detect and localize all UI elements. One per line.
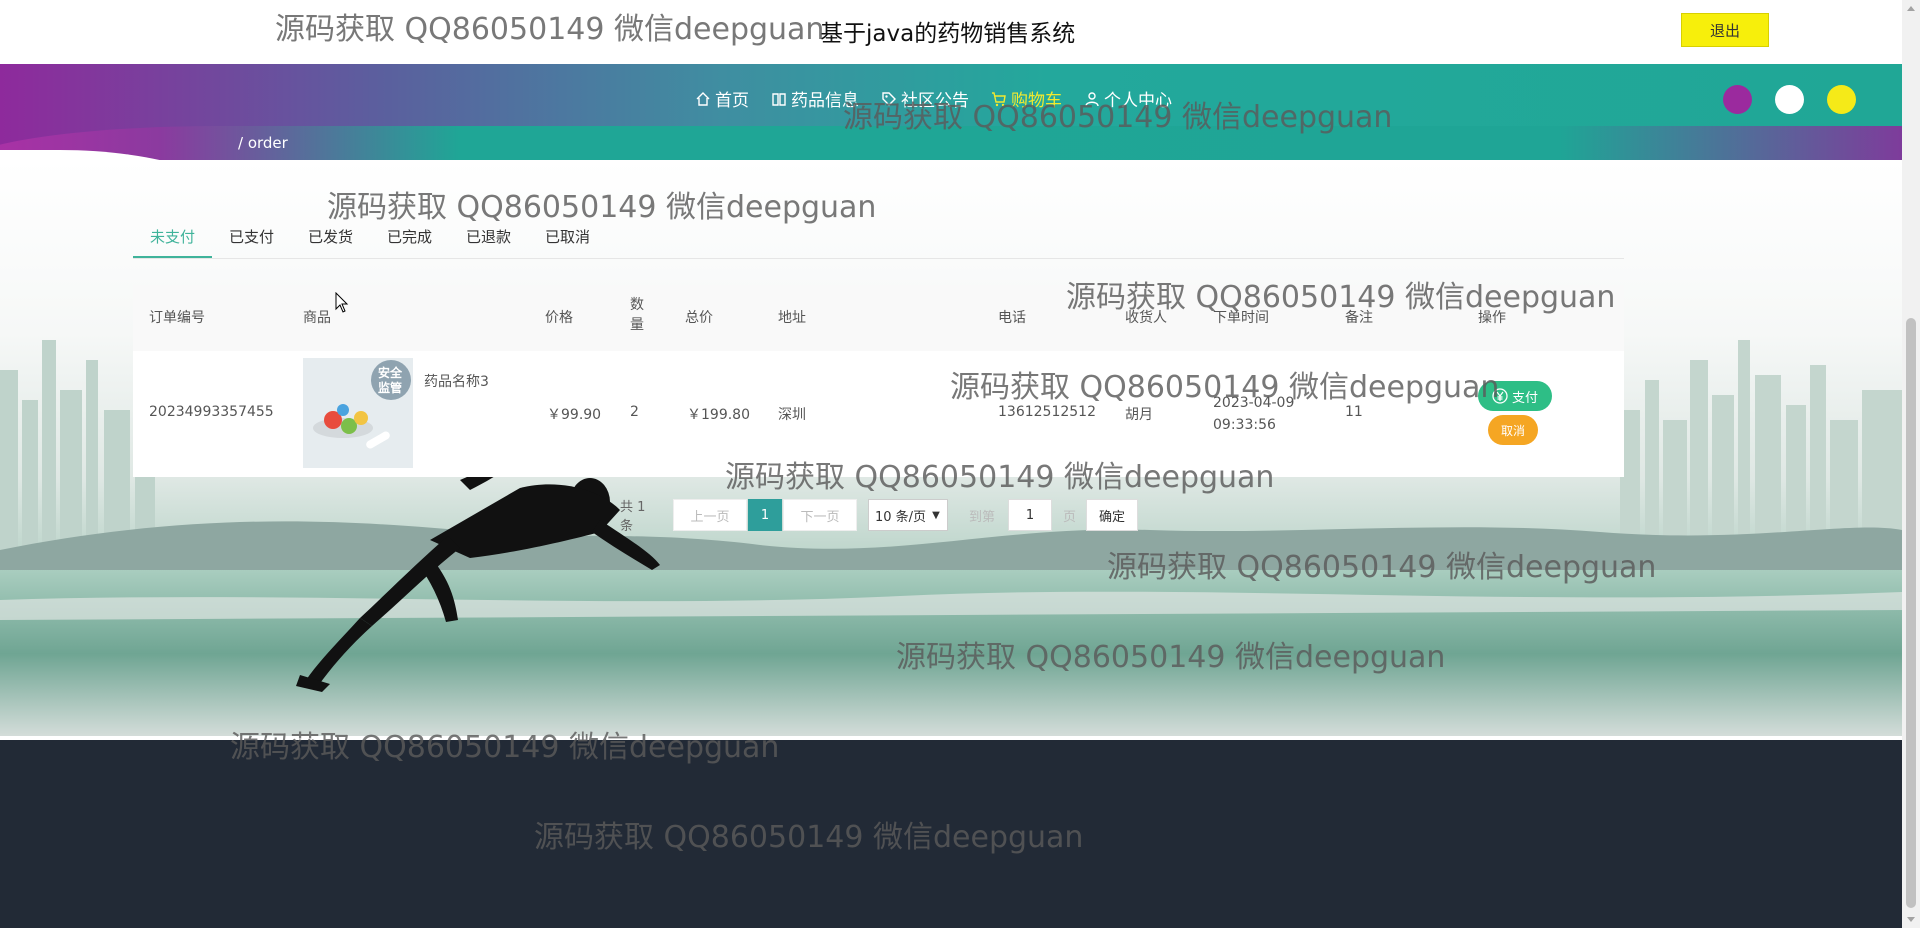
- site-title: 基于java的药物销售系统: [820, 21, 1076, 47]
- page-size-select[interactable]: 10 条/页 ▼: [868, 499, 948, 531]
- nav-label: 社区公告: [901, 91, 969, 111]
- tag-icon: [882, 91, 896, 106]
- active-tab-indicator: [133, 256, 212, 258]
- total-count: 共 1 条: [620, 500, 646, 534]
- column-header: 订单编号: [149, 310, 205, 326]
- page-suffix: 页: [1063, 509, 1077, 525]
- theme-dot-purple[interactable]: [1723, 85, 1752, 114]
- column-header: 备注: [1345, 310, 1373, 326]
- breadcrumb: / order: [238, 134, 288, 152]
- column-header: 总价: [685, 310, 713, 326]
- tab-paid[interactable]: 已支付: [229, 226, 274, 247]
- page-1-button[interactable]: 1: [748, 499, 782, 531]
- yen-icon: [1492, 388, 1508, 404]
- column-header: 操作: [1478, 310, 1506, 326]
- pay-button[interactable]: 支付: [1478, 381, 1552, 411]
- product-image[interactable]: 安全监管: [303, 358, 413, 468]
- pay-button-label: 支付: [1511, 390, 1538, 406]
- tab-completed[interactable]: 已完成: [387, 226, 432, 247]
- column-header: 价格: [545, 310, 573, 326]
- goto-label: 到第: [969, 509, 996, 525]
- theme-dot-yellow[interactable]: [1827, 85, 1856, 114]
- phone: 13612512512: [998, 404, 1096, 420]
- nav-label: 个人中心: [1104, 91, 1172, 111]
- theme-dot-white[interactable]: [1775, 85, 1804, 114]
- tab-cancelled[interactable]: 已取消: [545, 226, 590, 247]
- goto-page-input[interactable]: 1: [1008, 499, 1052, 531]
- tab-unpaid[interactable]: 未支付: [150, 226, 195, 247]
- nav-item-announcements[interactable]: 社区公告: [881, 86, 969, 111]
- goto-confirm-button[interactable]: 确定: [1086, 499, 1138, 531]
- address: 深圳: [778, 407, 806, 423]
- main-nav: 首页 药品信息 社区公告 购物车 个人中心: [695, 86, 1172, 111]
- order-status-tabs: 未支付 已支付 已发货 已完成 已退款 已取消: [133, 220, 1624, 259]
- mouse-cursor-icon: [335, 292, 349, 313]
- column-header: 下单时间: [1213, 310, 1269, 326]
- total-price: ￥199.80: [687, 407, 750, 423]
- cart-icon: [992, 91, 1006, 106]
- nav-label: 购物车: [1011, 91, 1062, 111]
- tab-shipped[interactable]: 已发货: [308, 226, 353, 247]
- receiver: 胡月: [1125, 407, 1153, 423]
- book-icon: [772, 92, 786, 106]
- tab-refunded[interactable]: 已退款: [466, 226, 511, 247]
- product-name: 药品名称3: [424, 374, 489, 390]
- column-header: 收货人: [1125, 310, 1167, 326]
- logout-button[interactable]: 退出: [1681, 13, 1769, 47]
- column-header: 数量: [630, 297, 644, 333]
- price: ￥99.90: [547, 407, 602, 423]
- nav-item-profile[interactable]: 个人中心: [1084, 86, 1172, 111]
- safety-badge: 安全监管: [377, 366, 402, 395]
- scrollbar-thumb[interactable]: [1906, 318, 1916, 908]
- home-icon: [696, 91, 710, 106]
- order-time: 2023-04-09 09:33:56: [1213, 395, 1295, 433]
- order-number: 20234993357455: [149, 404, 274, 420]
- cancel-order-button[interactable]: 取消: [1488, 415, 1538, 445]
- column-header: 商品: [303, 310, 331, 326]
- top-header: 基于java的药物销售系统 退出: [0, 0, 1902, 64]
- remark: 11: [1345, 404, 1363, 420]
- scroll-up-arrow-icon[interactable]: [1907, 6, 1915, 11]
- scroll-down-arrow-icon[interactable]: [1907, 917, 1915, 922]
- quantity: 2: [630, 404, 639, 420]
- footer: [0, 740, 1902, 928]
- column-header: 电话: [998, 310, 1026, 326]
- page-size-value: 10 条/页: [875, 509, 927, 525]
- table-header: 订单编号 商品 价格 数量 总价 地址 电话 收货人 下单时间 备注 操作: [133, 285, 1624, 351]
- user-icon: [1085, 91, 1099, 106]
- nav-label: 首页: [715, 91, 749, 111]
- orders-table: 订单编号 商品 价格 数量 总价 地址 电话 收货人 下单时间 备注 操作 20…: [133, 285, 1624, 477]
- chevron-down-icon: ▼: [932, 509, 940, 521]
- column-header: 地址: [778, 310, 806, 326]
- page-scrollbar[interactable]: [1902, 0, 1920, 928]
- nav-item-home[interactable]: 首页: [695, 86, 749, 111]
- nav-item-cart[interactable]: 购物车: [991, 86, 1062, 111]
- theme-switcher: [1723, 85, 1856, 114]
- nav-item-drug-info[interactable]: 药品信息: [771, 86, 859, 111]
- next-page-button[interactable]: 下一页: [783, 499, 857, 531]
- nav-label: 药品信息: [791, 91, 859, 111]
- prev-page-button[interactable]: 上一页: [673, 499, 747, 531]
